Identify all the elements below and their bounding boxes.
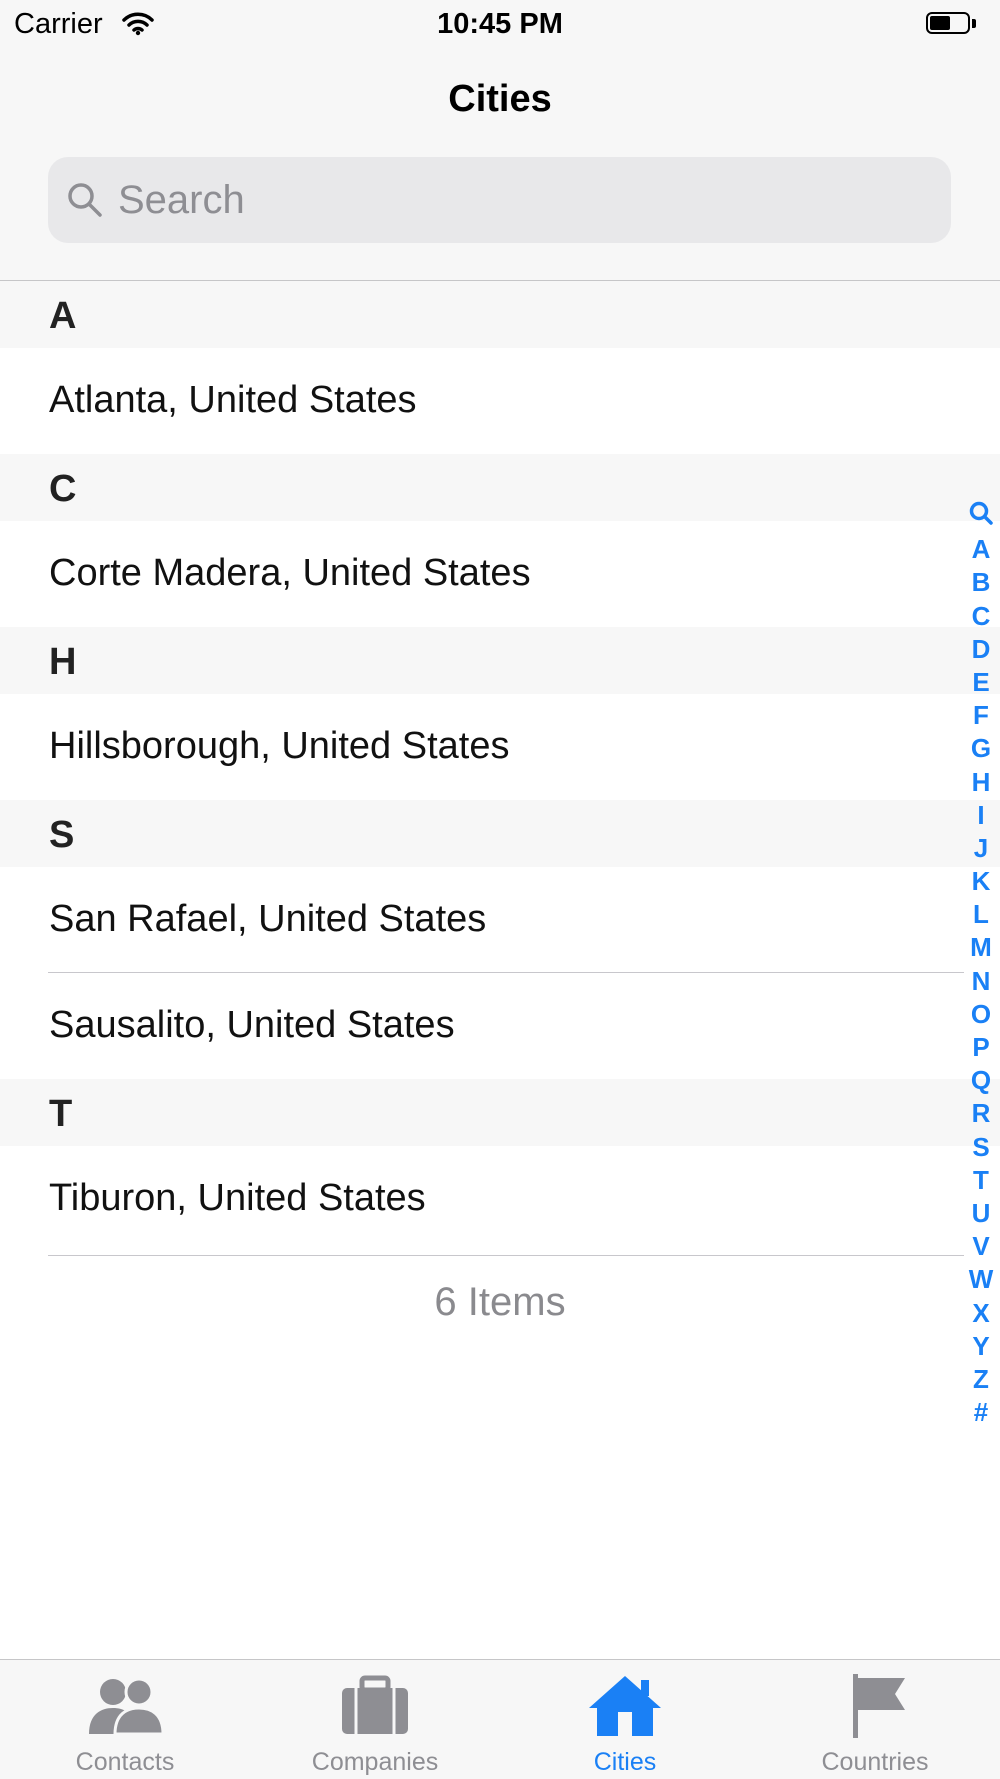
- page-title: Cities: [448, 78, 552, 120]
- index-letter[interactable]: G: [963, 732, 999, 765]
- index-letter[interactable]: N: [963, 965, 999, 998]
- tab-cities[interactable]: Cities: [500, 1660, 750, 1779]
- section-header-label: T: [49, 1093, 73, 1135]
- briefcase-icon: [342, 1675, 408, 1734]
- tab-countries[interactable]: Countries: [750, 1660, 1000, 1779]
- index-letter[interactable]: R: [963, 1097, 999, 1130]
- list-item[interactable]: Tiburon, United States: [0, 1146, 1000, 1252]
- index-letter[interactable]: H: [963, 766, 999, 799]
- cities-list: A Atlanta, United States C Corte Madera,…: [0, 281, 1000, 1252]
- status-time: 10:45 PM: [437, 8, 563, 40]
- index-letter[interactable]: F: [963, 699, 999, 732]
- index-letter[interactable]: I: [963, 799, 999, 832]
- navigation-bar: Cities: [0, 52, 1000, 281]
- city-label: Sausalito, United States: [49, 1004, 455, 1046]
- items-count: 6 Items: [434, 1280, 566, 1324]
- section-header-label: A: [49, 295, 77, 337]
- list-item[interactable]: Sausalito, United States: [0, 973, 1000, 1079]
- list-item[interactable]: Corte Madera, United States: [0, 521, 1000, 627]
- section-header: T: [0, 1079, 1000, 1146]
- index-letter[interactable]: A: [963, 533, 999, 566]
- index-letter[interactable]: Q: [963, 1064, 999, 1097]
- index-search-icon[interactable]: [963, 500, 999, 533]
- section-header: A: [0, 281, 1000, 348]
- section-header-label: C: [49, 468, 77, 510]
- index-letter[interactable]: K: [963, 865, 999, 898]
- city-label: Corte Madera, United States: [49, 552, 531, 594]
- tab-label: Contacts: [75, 1748, 175, 1776]
- tab-companies[interactable]: Companies: [250, 1660, 500, 1779]
- city-label: San Rafael, United States: [49, 898, 487, 940]
- section-header: H: [0, 627, 1000, 694]
- tab-bar: Contacts Companies Cities Countries: [0, 1659, 1000, 1779]
- index-letter[interactable]: Y: [963, 1330, 999, 1363]
- index-letter[interactable]: L: [963, 898, 999, 931]
- tab-contacts[interactable]: Contacts: [0, 1660, 250, 1779]
- section-header-label: S: [49, 814, 75, 856]
- search-input[interactable]: [118, 157, 918, 243]
- section-header-label: H: [49, 641, 77, 683]
- house-icon: [589, 1676, 661, 1736]
- search-bar[interactable]: [48, 157, 951, 243]
- index-letter[interactable]: P: [963, 1031, 999, 1064]
- index-letter[interactable]: M: [963, 931, 999, 964]
- tab-label: Cities: [593, 1748, 657, 1776]
- index-letter[interactable]: U: [963, 1197, 999, 1230]
- index-letter[interactable]: W: [963, 1263, 999, 1296]
- flag-icon: [853, 1674, 905, 1738]
- index-letter[interactable]: C: [963, 600, 999, 633]
- tab-label: Countries: [821, 1748, 929, 1776]
- list-divider: [48, 1255, 964, 1256]
- city-label: Hillsborough, United States: [49, 725, 510, 767]
- list-item[interactable]: Atlanta, United States: [0, 348, 1000, 454]
- index-letter[interactable]: B: [963, 566, 999, 599]
- list-item[interactable]: Hillsborough, United States: [0, 694, 1000, 800]
- index-letter[interactable]: D: [963, 633, 999, 666]
- index-letter[interactable]: V: [963, 1230, 999, 1263]
- index-letter[interactable]: #: [963, 1396, 999, 1429]
- section-header: C: [0, 454, 1000, 521]
- city-label: Tiburon, United States: [49, 1177, 426, 1219]
- section-index[interactable]: A B C D E F G H I J K L M N O P Q R S T …: [963, 500, 999, 1429]
- section-header: S: [0, 800, 1000, 867]
- index-letter[interactable]: J: [963, 832, 999, 865]
- city-label: Atlanta, United States: [49, 379, 417, 421]
- tab-label: Companies: [311, 1748, 439, 1776]
- index-letter[interactable]: T: [963, 1164, 999, 1197]
- index-letter[interactable]: X: [963, 1297, 999, 1330]
- index-letter[interactable]: O: [963, 998, 999, 1031]
- search-icon: [66, 181, 104, 224]
- battery-icon: [926, 12, 978, 36]
- contacts-icon: [89, 1677, 165, 1736]
- index-letter[interactable]: Z: [963, 1363, 999, 1396]
- index-letter[interactable]: E: [963, 666, 999, 699]
- list-item[interactable]: San Rafael, United States: [0, 867, 1000, 973]
- status-bar: Carrier 10:45 PM: [0, 0, 1000, 52]
- index-letter[interactable]: S: [963, 1131, 999, 1164]
